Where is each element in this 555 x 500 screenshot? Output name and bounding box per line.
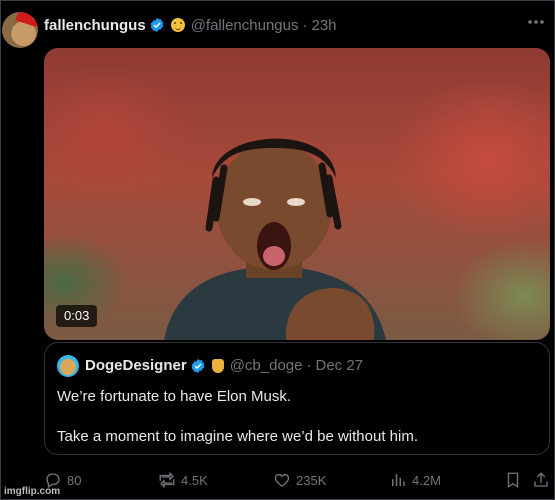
reply-count: 80 [67, 472, 82, 488]
share-button[interactable] [532, 469, 555, 491]
video-frame-person [164, 138, 386, 340]
quoted-text-line-1: We’re fortunate to have Elon Musk. [57, 388, 292, 405]
views-count: 4.2M [412, 472, 441, 488]
views-button[interactable]: 4.2M [389, 469, 441, 491]
repost-icon [159, 471, 175, 489]
views-icon [392, 474, 405, 486]
quoted-post-header: DogeDesigner @cb_doge · Dec 27 [85, 357, 363, 374]
hat-pom [33, 14, 38, 20]
post-header: fallenchungus @fallenchungus · 23h [44, 16, 337, 34]
quoted-author-avatar[interactable] [57, 355, 79, 377]
quoted-author-name[interactable]: DogeDesigner [85, 357, 187, 374]
quoted-post-date[interactable]: Dec 27 [315, 357, 363, 374]
separator-dot: · [306, 357, 312, 374]
author-name[interactable]: fallenchungus [44, 17, 146, 34]
action-bar: 80 4.5K 235K 4.2M [44, 469, 552, 491]
bookmark-icon [507, 472, 519, 489]
repost-count: 4.5K [181, 472, 208, 488]
affiliate-badge-icon [211, 358, 224, 373]
like-button[interactable]: 235K [273, 469, 326, 491]
share-icon [534, 472, 548, 487]
more-options-icon[interactable] [526, 12, 546, 32]
author-avatar[interactable] [2, 12, 38, 48]
post-time[interactable]: 23h [312, 17, 337, 34]
video-duration-badge: 0:03 [56, 305, 98, 327]
verified-badge-icon [191, 358, 205, 373]
verified-badge-icon [150, 18, 164, 32]
quoted-author-handle[interactable]: @cb_doge [230, 357, 303, 374]
like-icon [274, 473, 290, 487]
repost-button[interactable]: 4.5K [158, 469, 208, 491]
smiley-emoji-icon [170, 18, 185, 32]
video-player[interactable] [44, 48, 550, 340]
author-handle[interactable]: @fallenchungus [191, 17, 299, 34]
separator-dot: · [302, 16, 308, 34]
imgflip-watermark: imgflip.com [4, 486, 61, 497]
quoted-text-line-2: Take a moment to imagine where we’d be w… [57, 428, 419, 445]
like-count: 235K [296, 472, 327, 488]
quoted-post[interactable]: DogeDesigner @cb_doge · Dec 27 We’re for… [44, 342, 550, 455]
doge-avatar-icon [60, 359, 76, 375]
quoted-post-text: We’re fortunate to have Elon Musk. Take … [57, 387, 537, 467]
bookmark-button[interactable] [504, 469, 527, 491]
